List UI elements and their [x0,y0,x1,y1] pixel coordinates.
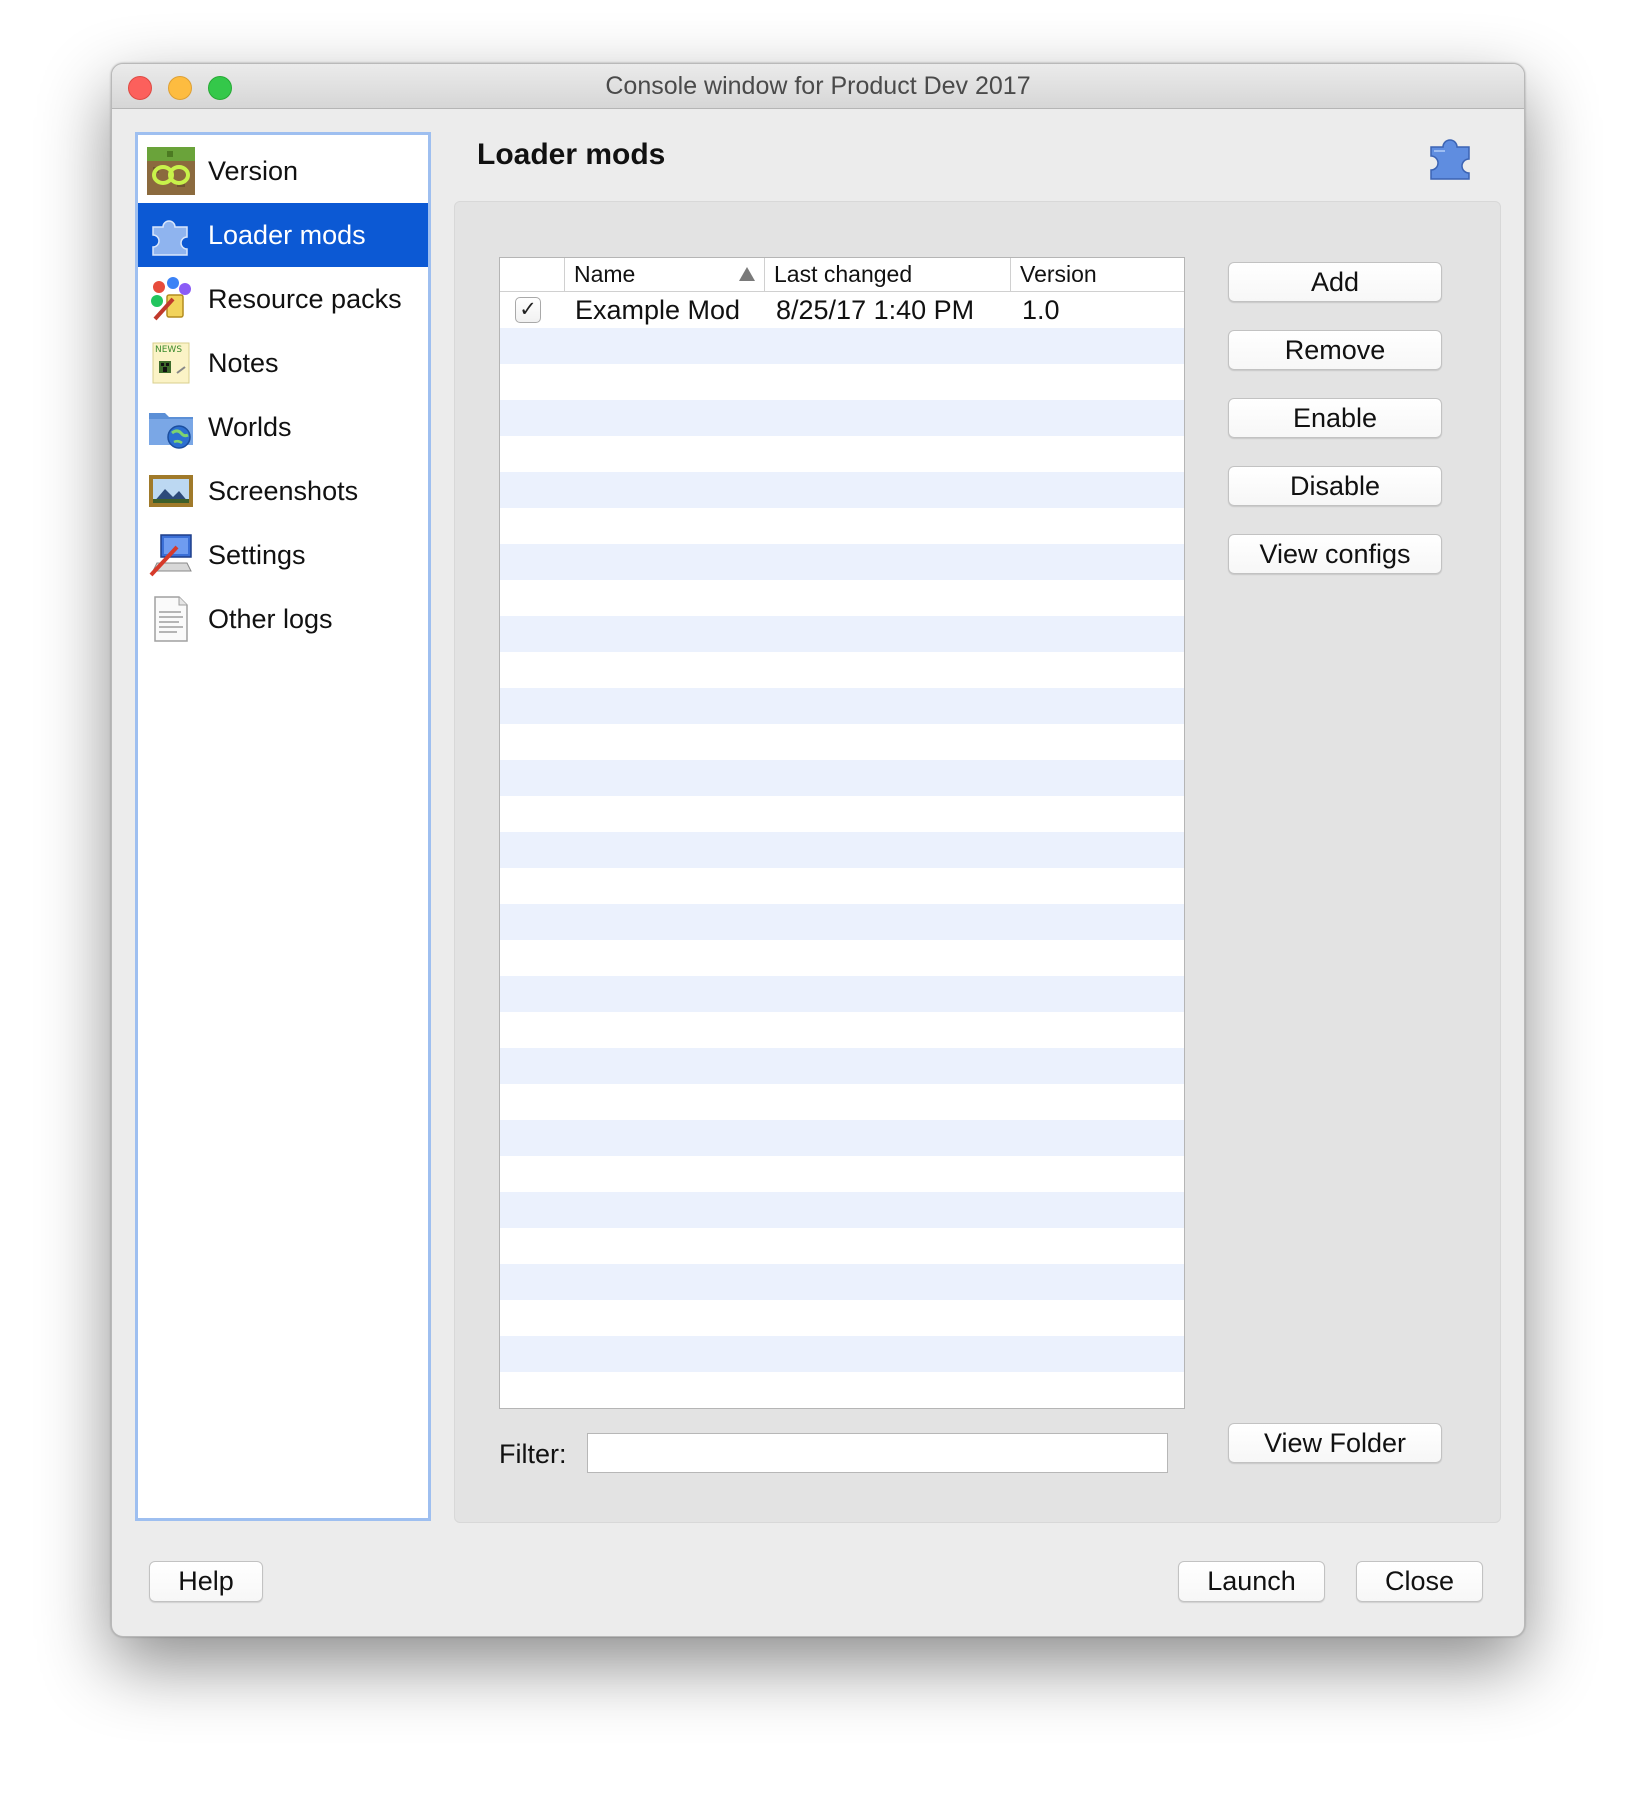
sidebar-item-label: Resource packs [208,283,402,314]
remove-button[interactable]: Remove [1228,330,1442,370]
news-icon: NEWS [147,339,195,387]
log-file-icon [147,595,195,643]
sidebar-item-label: Other logs [208,603,333,634]
title-bar[interactable]: Console window for Product Dev 2017 [112,64,1524,109]
sidebar-item-worlds[interactable]: Worlds [138,395,428,459]
sidebar-item-resource-packs[interactable]: Resource packs [138,267,428,331]
column-header-last-changed[interactable]: Last changed [764,258,1010,291]
paint-icon [147,275,195,323]
picture-icon [147,467,195,515]
sidebar-item-other-logs[interactable]: Other logs [138,587,428,651]
console-window: Console window for Product Dev 2017 Vers… [111,63,1525,1637]
mod-name: Example Mod [575,295,741,325]
puzzle-icon [147,211,195,259]
close-button[interactable]: Close [1356,1561,1483,1602]
content-panel: Name Last changed Version ✓ Example Mod … [454,201,1501,1523]
mods-table[interactable]: Name Last changed Version ✓ Example Mod … [499,257,1185,1409]
help-button[interactable]: Help [149,1561,263,1602]
sidebar-item-screenshots[interactable]: Screenshots [138,459,428,523]
table-row[interactable]: ✓ Example Mod 8/25/17 1:40 PM 1.0 [500,292,1184,328]
settings-icon [147,531,195,579]
launch-button[interactable]: Launch [1178,1561,1325,1602]
sidebar-item-label: Version [208,155,299,186]
column-header-version[interactable]: Version [1010,258,1184,291]
table-body: ✓ Example Mod 8/25/17 1:40 PM 1.0 [500,292,1184,1408]
world-folder-icon [147,403,195,451]
window-title: Console window for Product Dev 2017 [605,72,1031,100]
table-header: Name Last changed Version [500,258,1184,292]
view-configs-button[interactable]: View configs [1228,534,1442,574]
filter-input[interactable] [587,1433,1168,1473]
sidebar-item-version[interactable]: Version [138,139,428,203]
version-icon [147,147,195,195]
mod-version: 1.0 [1022,295,1060,325]
mod-last-changed: 8/25/17 1:40 PM [776,295,975,325]
svg-text:NEWS: NEWS [155,345,182,355]
sidebar-item-label: Notes [208,347,279,378]
sidebar: Version Loader mods Resource packs NEWS … [135,132,431,1521]
sidebar-item-loader-mods[interactable]: Loader mods [138,203,428,267]
puzzle-icon [1425,129,1479,183]
enable-button[interactable]: Enable [1228,398,1442,438]
sidebar-item-label: Settings [208,539,306,570]
add-button[interactable]: Add [1228,262,1442,302]
sidebar-item-notes[interactable]: NEWS Notes [138,331,428,395]
sidebar-item-label: Worlds [208,411,292,442]
disable-button[interactable]: Disable [1228,466,1442,506]
sidebar-item-label: Screenshots [208,475,359,506]
column-header-enabled[interactable] [500,258,564,291]
page-title: Loader mods [477,138,666,171]
view-folder-button[interactable]: View Folder [1228,1423,1442,1463]
column-header-name[interactable]: Name [564,258,764,291]
filter-label: Filter: [499,1439,567,1469]
sidebar-item-settings[interactable]: Settings [138,523,428,587]
sort-ascending-icon [739,267,755,281]
sidebar-item-label: Loader mods [208,219,366,250]
mod-enabled-checkbox[interactable]: ✓ [515,297,541,323]
